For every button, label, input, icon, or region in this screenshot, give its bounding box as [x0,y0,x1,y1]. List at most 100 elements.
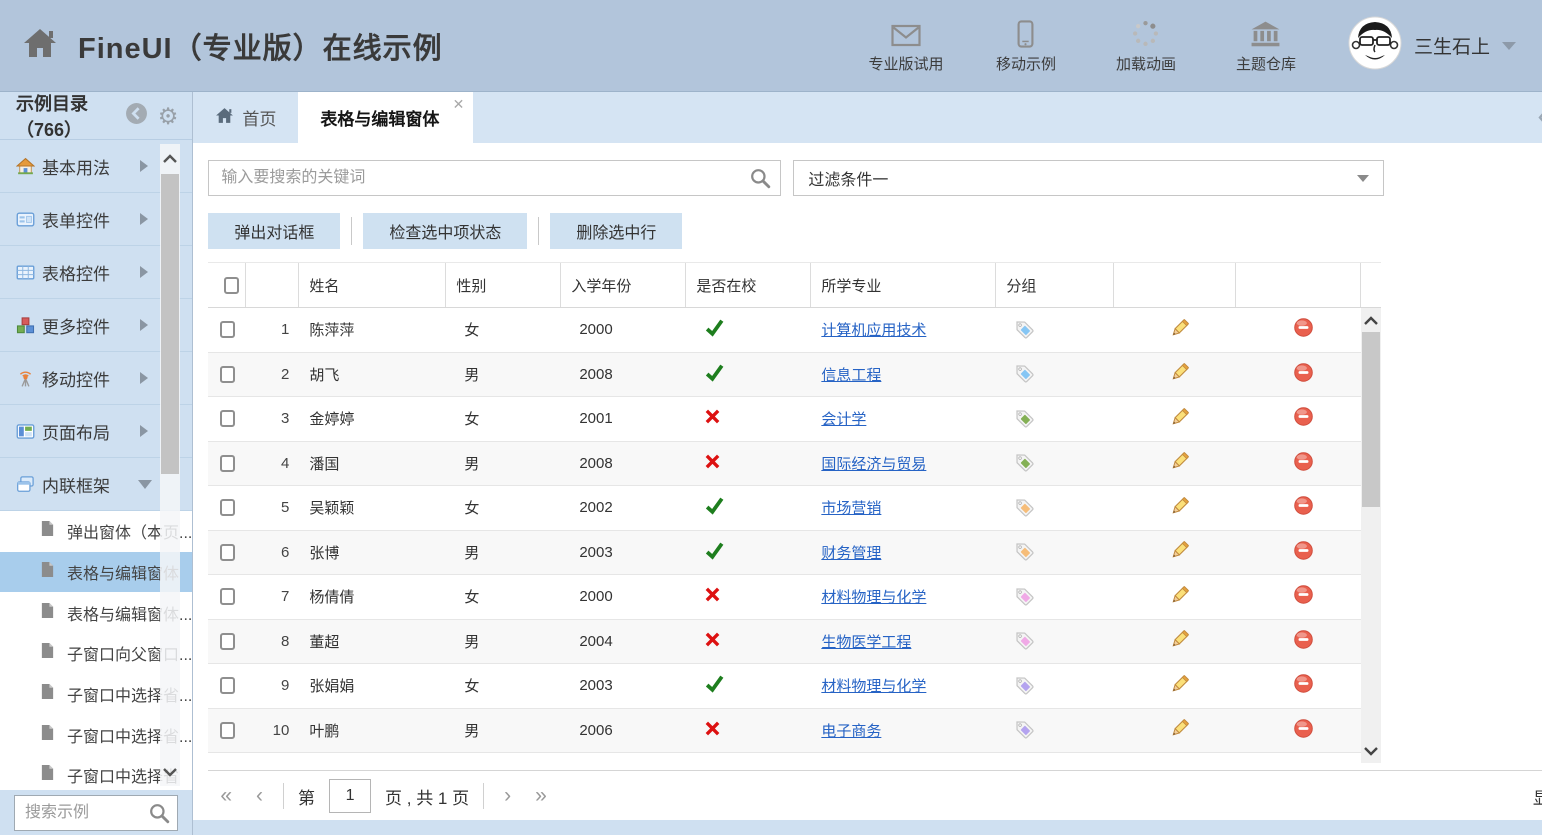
edit-pencil-icon[interactable] [1169,406,1191,432]
page-prefix: 第 [292,784,321,809]
delete-icon[interactable] [1293,317,1314,342]
check-icon [704,673,725,698]
scroll-thumb[interactable] [161,174,179,474]
delete-icon[interactable] [1293,762,1314,763]
delete-icon[interactable] [1293,540,1314,565]
major-link[interactable]: 财务管理 [821,542,881,563]
major-link[interactable]: 生物医学工程 [821,631,911,652]
scroll-down-icon[interactable] [1361,741,1381,761]
scroll-up-icon[interactable] [1361,310,1381,330]
edit-pencil-icon[interactable] [1169,317,1191,343]
tag-icon [1012,495,1034,521]
row-checkbox[interactable] [220,455,235,472]
cell-gender: 男 [446,353,561,397]
gear-icon[interactable]: ⚙ [158,105,179,127]
divider [538,217,539,245]
collapse-back-icon[interactable] [125,102,148,130]
chevron-right-icon [140,425,148,437]
tab-grid-edit-window[interactable]: 表格与编辑窗体 ✕ [298,92,473,143]
edit-pencil-icon[interactable] [1169,361,1191,387]
filter-dropdown-value: 过滤条件一 [808,166,1357,190]
header-action-trial[interactable]: 专业版试用 [868,18,944,74]
next-page-icon[interactable]: › [492,784,523,808]
cell-year: 2000 [561,575,686,619]
page-number-input[interactable] [329,779,371,813]
major-link[interactable]: 市场营销 [821,497,881,518]
header-action-theme-store[interactable]: 主题仓库 [1228,18,1304,74]
delete-icon[interactable] [1293,673,1314,698]
table-row: 9张娟娟女2003材料物理与化学 [208,664,1381,709]
delete-icon[interactable] [1293,584,1314,609]
table-row: 7杨倩倩女2000材料物理与化学 [208,575,1381,620]
major-link[interactable]: 材料物理与化学 [821,586,926,607]
delete-icon[interactable] [1293,451,1314,476]
close-icon[interactable]: ✕ [453,97,465,111]
row-checkbox[interactable] [220,321,235,338]
cell-name: 陈萍萍 [299,308,446,352]
bottom-strip [193,820,1542,835]
sidebar-scrollbar[interactable] [160,144,180,786]
row-checkbox[interactable] [220,544,235,561]
header-action-loading-anim[interactable]: 加载动画 [1108,18,1184,74]
edit-pencil-icon[interactable] [1169,584,1191,610]
edit-pencil-icon[interactable] [1169,539,1191,565]
delete-icon[interactable] [1293,406,1314,431]
row-checkbox[interactable] [220,499,235,516]
cross-icon [704,408,721,429]
major-link[interactable]: 计算机应用技术 [821,319,926,340]
row-index: 4 [246,442,299,486]
cell-name: 张娟娟 [299,664,446,708]
header-action-mobile-demo[interactable]: 移动示例 [988,18,1064,74]
scroll-up-icon[interactable] [160,148,180,168]
row-checkbox[interactable] [220,588,235,605]
keyword-search-input[interactable] [208,160,781,196]
app-title: FineUI（专业版）在线示例 [78,25,443,67]
row-checkbox[interactable] [220,633,235,650]
scroll-down-icon[interactable] [160,762,180,782]
major-link[interactable]: 信息工程 [821,364,881,385]
delete-icon[interactable] [1293,629,1314,654]
edit-pencil-icon[interactable] [1169,673,1191,699]
edit-pencil-icon[interactable] [1169,495,1191,521]
sidebar-menu-area: 基本用法表单控件表格控件更多控件移动控件页面布局内联框架 弹出窗体（本页...表… [0,140,192,790]
tag-icon [1012,406,1034,432]
filter-dropdown[interactable]: 过滤条件一 [793,160,1384,196]
first-page-icon[interactable]: « [208,784,244,808]
major-link[interactable]: 国际经济与贸易 [821,453,926,474]
column-header: 是否在校 [686,263,811,307]
edit-pencil-icon[interactable] [1169,717,1191,743]
delete-icon[interactable] [1293,362,1314,387]
row-checkbox[interactable] [220,677,235,694]
check-selected-button[interactable]: 检查选中项状态 [363,213,527,249]
source-code-icon[interactable] [1538,107,1542,128]
page-suffix: 页 , 共 1 页 [379,784,475,809]
user-menu[interactable]: 三生石上 [1348,16,1516,75]
column-header-index [246,263,299,307]
row-checkbox[interactable] [220,722,235,739]
prev-page-icon[interactable]: ‹ [244,784,275,808]
cell-year: 2004 [561,620,686,664]
tab-home[interactable]: 首页 [193,92,298,143]
toolbar: 弹出对话框检查选中项状态删除选中行 [208,213,1542,249]
scroll-thumb[interactable] [1362,332,1380,507]
search-icon[interactable] [749,167,771,194]
row-checkbox[interactable] [220,410,235,427]
cell-year: 2008 [561,353,686,397]
major-link[interactable]: 会计学 [821,408,866,429]
select-all-checkbox[interactable] [224,277,239,294]
row-checkbox[interactable] [220,366,235,383]
delete-icon[interactable] [1293,495,1314,520]
grid-scrollbar[interactable] [1361,308,1381,763]
open-dialog-button[interactable]: 弹出对话框 [208,213,340,249]
table-row: 8董超男2004生物医学工程 [208,620,1381,665]
major-link[interactable]: 材料物理与化学 [821,675,926,696]
edit-pencil-icon[interactable] [1169,450,1191,476]
tab-bar: 首页 表格与编辑窗体 ✕ [193,92,1542,143]
edit-pencil-icon[interactable] [1169,762,1191,763]
delete-icon[interactable] [1293,718,1314,743]
table-row: 1陈萍萍女2000计算机应用技术 [208,308,1381,353]
last-page-icon[interactable]: » [523,784,559,808]
major-link[interactable]: 电子商务 [821,720,881,741]
delete-selected-button[interactable]: 删除选中行 [550,213,682,249]
edit-pencil-icon[interactable] [1169,628,1191,654]
